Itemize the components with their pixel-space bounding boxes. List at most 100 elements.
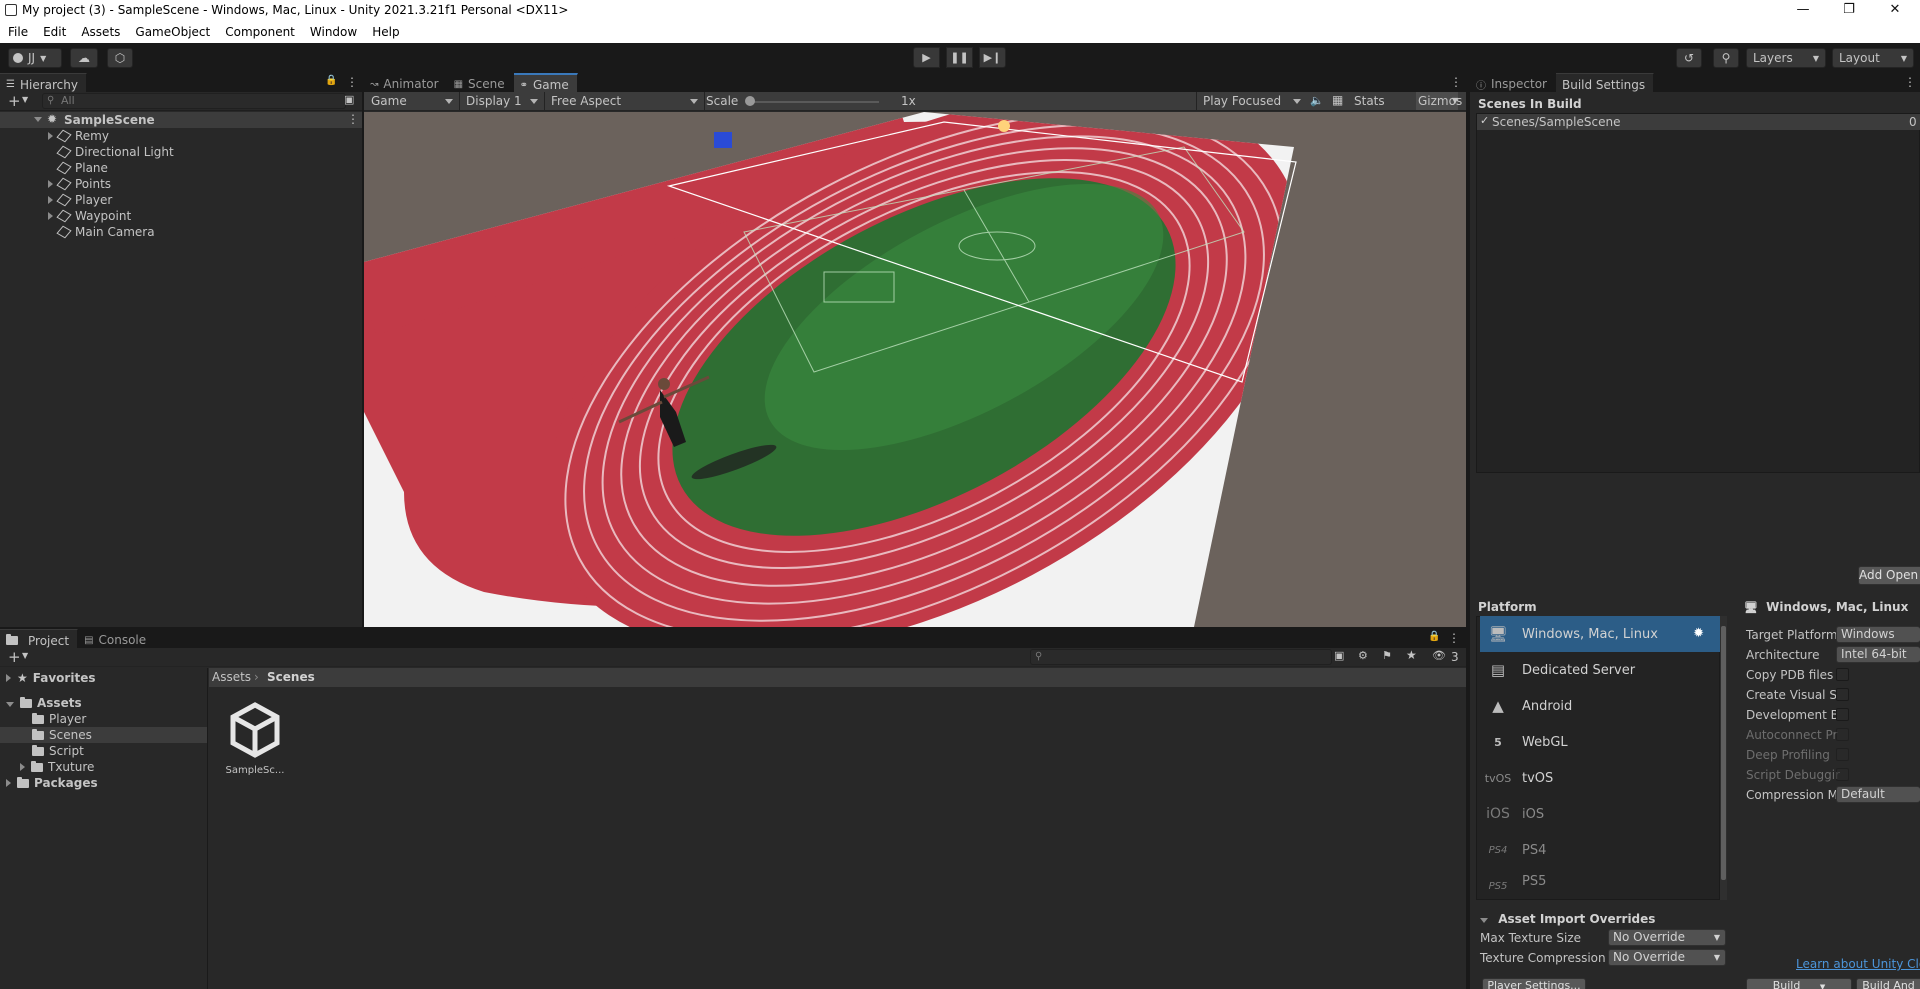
play-button[interactable]: ▶ — [913, 47, 940, 68]
close-icon[interactable]: ✕ — [1872, 0, 1918, 21]
foldout-arrow-icon[interactable] — [1480, 918, 1488, 923]
create-vs-checkbox[interactable] — [1836, 688, 1849, 701]
tab-build-settings[interactable]: Build Settings — [1555, 73, 1655, 92]
tab-project[interactable]: Project — [0, 629, 79, 648]
grid-icon[interactable]: ▦ — [1332, 93, 1343, 107]
filter-icon[interactable]: ⚙ — [1358, 649, 1368, 662]
scene-row[interactable]: ✹ SampleScene ⋮ — [0, 112, 362, 128]
build-and-run-button[interactable]: Build And — [1856, 978, 1920, 989]
pause-button[interactable]: ❚❚ — [946, 47, 973, 68]
asset-item-samplescene[interactable]: SampleSc... — [222, 701, 288, 787]
platform-ps4[interactable]: PS4 PS4 — [1480, 832, 1720, 868]
architecture-dropdown[interactable]: Intel 64-bit — [1836, 646, 1920, 663]
platform-scrollbar[interactable] — [1720, 616, 1727, 900]
minimize-icon[interactable]: — — [1780, 0, 1826, 21]
cloud-icon[interactable]: ☁ — [70, 48, 98, 68]
packages-row[interactable]: Packages — [6, 776, 98, 792]
menu-edit[interactable]: Edit — [35, 21, 73, 39]
label-icon[interactable]: ⚑ — [1382, 649, 1392, 662]
step-button[interactable]: ▶❙ — [979, 47, 1006, 68]
checkmark-icon[interactable]: ✓ — [1480, 114, 1489, 127]
expand-arrow-icon[interactable] — [6, 779, 11, 787]
tab-hierarchy[interactable]: ☰ Hierarchy — [0, 73, 87, 92]
asset-import-overrides-header[interactable]: Asset Import Overrides — [1480, 912, 1655, 926]
lock-icon[interactable]: 🔒 — [1428, 631, 1440, 642]
platform-android[interactable]: ▲ Android — [1480, 688, 1720, 724]
hierarchy-item-plane[interactable]: Plane — [56, 161, 108, 177]
tab-inspector[interactable]: ⓘ Inspector — [1470, 73, 1556, 92]
layers-dropdown[interactable]: Layers ▼ — [1746, 48, 1826, 68]
hidden-packages-icon[interactable]: 👁 — [1432, 649, 1446, 662]
hierarchy-item-directional-light[interactable]: Directional Light — [56, 145, 174, 161]
expand-arrow-icon[interactable] — [20, 763, 25, 771]
target-platform-dropdown[interactable]: Windows — [1836, 626, 1920, 643]
search-by-type-icon[interactable]: ▣ — [1334, 649, 1344, 662]
history-icon[interactable]: ↺ — [1676, 48, 1702, 68]
play-focused-dropdown[interactable]: Play Focused — [1199, 93, 1305, 110]
build-button[interactable]: Build ▼ — [1746, 978, 1852, 989]
menu-file[interactable]: File — [0, 21, 35, 39]
platform-tvos[interactable]: tvOS tvOS — [1480, 760, 1720, 796]
folder-player[interactable]: Player — [32, 712, 86, 728]
tab-animator[interactable]: ↝ Animator — [364, 73, 448, 92]
platform-ps5[interactable]: PS5 PS5 — [1480, 868, 1720, 895]
breadcrumb-scenes[interactable]: Scenes — [267, 670, 315, 684]
breadcrumb-assets[interactable]: Assets — [212, 670, 251, 684]
menu-gameobject[interactable]: GameObject — [127, 21, 217, 39]
folder-script[interactable]: Script — [32, 744, 84, 760]
scale-slider-track[interactable] — [749, 101, 879, 103]
audio-icon[interactable]: 🔈 — [1310, 94, 1324, 107]
max-texture-dropdown[interactable]: No Override ▼ — [1608, 929, 1726, 946]
aspect-dropdown[interactable]: Free Aspect — [547, 93, 702, 110]
menu-component[interactable]: Component — [217, 21, 302, 39]
more-icon[interactable]: ⋮ — [1904, 75, 1916, 89]
more-icon[interactable]: ⋮ — [1448, 631, 1460, 645]
add-icon[interactable]: + — [8, 648, 21, 666]
display-dropdown[interactable]: Display 1 — [462, 93, 542, 110]
game-mode-dropdown[interactable]: Game — [367, 93, 457, 110]
add-open-scenes-button[interactable]: Add Open S — [1858, 566, 1920, 585]
expand-arrow-icon[interactable] — [48, 132, 53, 140]
chevron-down-icon[interactable]: ▼ — [22, 95, 28, 104]
platform-ios[interactable]: iOS iOS — [1480, 796, 1720, 832]
stats-button[interactable]: Stats — [1354, 94, 1385, 108]
chevron-down-icon[interactable]: ▼ — [22, 651, 28, 660]
compression-dropdown[interactable]: Default — [1836, 786, 1920, 803]
learn-unity-cloud-link[interactable]: Learn about Unity Clo — [1796, 957, 1920, 971]
favorites-row[interactable]: ★ Favorites — [6, 671, 95, 687]
more-icon[interactable]: ⋮ — [347, 112, 359, 126]
texture-compression-dropdown[interactable]: No Override ▼ — [1608, 949, 1726, 966]
platform-dedicated-server[interactable]: ▤ Dedicated Server — [1480, 652, 1720, 688]
menu-assets[interactable]: Assets — [73, 21, 127, 39]
scrollbar-thumb[interactable] — [1721, 626, 1726, 880]
hierarchy-item-remy[interactable]: Remy — [48, 129, 109, 145]
project-search-input[interactable]: ⚲ — [1030, 649, 1332, 665]
expand-arrow-icon[interactable] — [48, 212, 53, 220]
chevron-down-icon[interactable]: ▼ — [1452, 96, 1458, 105]
game-viewport[interactable] — [364, 112, 1466, 627]
platform-windows[interactable]: 🖥 Windows, Mac, Linux ✹ — [1480, 616, 1720, 652]
account-dropdown[interactable]: JJ ▼ — [8, 48, 62, 68]
more-icon[interactable]: ⋮ — [1450, 75, 1462, 89]
lock-icon[interactable]: 🔒 — [325, 75, 337, 86]
expand-arrow-icon[interactable] — [48, 196, 53, 204]
platform-webgl[interactable]: 5 WebGL — [1480, 724, 1720, 760]
favorite-star-icon[interactable]: ★ — [1406, 648, 1417, 662]
tab-scene[interactable]: ▦ Scene — [447, 73, 514, 92]
scene-search-icon[interactable]: ▣ — [344, 93, 354, 106]
expand-arrow-icon[interactable] — [48, 180, 53, 188]
menu-help[interactable]: Help — [364, 21, 406, 39]
collab-icon[interactable]: ⬡ — [107, 48, 133, 68]
folder-txuture[interactable]: Txuture — [20, 760, 94, 776]
hierarchy-item-player[interactable]: Player — [48, 193, 112, 209]
hierarchy-search-input[interactable]: ⚲ All — [42, 93, 346, 109]
assets-row[interactable]: Assets — [6, 696, 82, 712]
layout-dropdown[interactable]: Layout ▼ — [1832, 48, 1914, 68]
expand-arrow-icon[interactable] — [34, 117, 42, 122]
tab-game[interactable]: ⚭ Game — [513, 73, 578, 92]
expand-arrow-icon[interactable] — [6, 702, 14, 707]
more-icon[interactable]: ⋮ — [346, 75, 358, 89]
menu-window[interactable]: Window — [302, 21, 364, 39]
search-icon[interactable]: ⚲ — [1713, 48, 1739, 68]
hierarchy-item-main-camera[interactable]: Main Camera — [56, 225, 155, 241]
